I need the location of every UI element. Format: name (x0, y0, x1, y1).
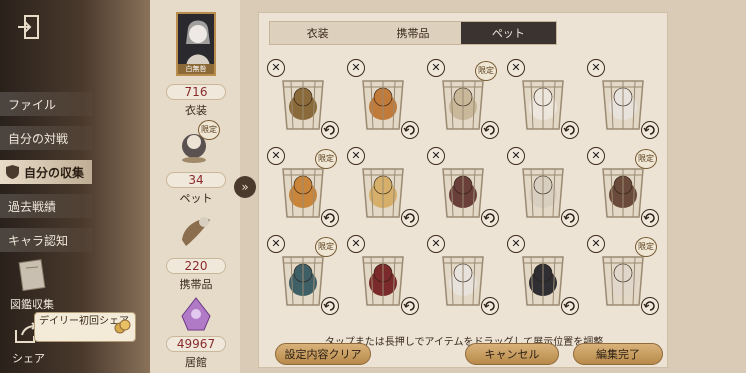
book-label: 図鑑収集 (10, 298, 54, 311)
pet-slot[interactable]: ✕ (347, 59, 419, 139)
rotate-icon[interactable] (641, 209, 659, 227)
costume-count: 716 (166, 84, 226, 100)
pet-slot[interactable]: ✕ 限定 (427, 59, 499, 139)
accessory-label: 携帯品 (179, 278, 213, 291)
accessory-stat-icon (176, 210, 216, 254)
category-tabs: 衣装 携帯品 ペット (269, 21, 557, 45)
pet-count: 34 (166, 172, 226, 188)
pet-slot[interactable]: ✕ (427, 235, 499, 315)
coin-icon (113, 319, 131, 335)
remove-icon[interactable]: ✕ (507, 235, 525, 253)
shield-icon (5, 164, 20, 180)
remove-icon[interactable]: ✕ (267, 235, 285, 253)
limited-badge: 限定 (315, 149, 337, 169)
pet-slot[interactable]: ✕ (507, 235, 579, 315)
cancel-button[interactable]: キャンセル (465, 343, 559, 365)
pet-slot[interactable]: ✕ (587, 59, 659, 139)
rotate-icon[interactable] (321, 297, 339, 315)
clear-settings-button[interactable]: 設定内容クリア (275, 343, 371, 365)
rotate-icon[interactable] (561, 297, 579, 315)
pet-slot[interactable]: ✕ 限定 (267, 235, 339, 315)
remove-icon[interactable]: ✕ (427, 59, 445, 77)
remove-icon[interactable]: ✕ (267, 147, 285, 165)
nav-item-file[interactable]: ファイル (0, 92, 92, 116)
character-portrait[interactable]: 白無咎 (176, 12, 216, 76)
rotate-icon[interactable] (401, 121, 419, 139)
pet-grid: ✕ ✕ ✕ 限定 ✕ ✕ ✕ 限定 ✕ ✕ ✕ ✕ 限定 ✕ 限定 ✕ ✕ ✕ ✕ 限定 (267, 59, 663, 325)
costume-label: 衣装 (185, 104, 207, 117)
nav-item-label: 自分の対戦 (8, 131, 69, 146)
rotate-icon[interactable] (641, 297, 659, 315)
limited-badge: 限定 (475, 61, 497, 81)
edit-complete-button[interactable]: 編集完了 (573, 343, 663, 365)
pet-label: ペット (179, 192, 213, 205)
rotate-icon[interactable] (481, 209, 499, 227)
rotate-icon[interactable] (401, 209, 419, 227)
rotate-icon[interactable] (481, 297, 499, 315)
limited-badge: 限定 (198, 120, 220, 140)
remove-icon[interactable]: ✕ (507, 59, 525, 77)
expand-arrow-icon[interactable]: » (234, 176, 256, 198)
house-stat-icon (176, 292, 216, 336)
nav-item-label: キャラ認知 (8, 233, 69, 248)
nav-item-label: 過去戦績 (8, 199, 57, 214)
remove-icon[interactable]: ✕ (587, 235, 605, 253)
pet-slot[interactable]: ✕ (347, 147, 419, 227)
daily-share-banner[interactable]: デイリー初回シェア (34, 312, 136, 342)
limited-badge: 限定 (315, 237, 337, 257)
pet-slot[interactable]: ✕ 限定 (267, 147, 339, 227)
rotate-icon[interactable] (641, 121, 659, 139)
collection-panel: 衣装 携帯品 ペット ✕ ✕ ✕ 限定 ✕ ✕ ✕ 限定 ✕ ✕ ✕ ✕ 限定 ✕ 限定 ✕ ✕ ✕ ✕ 限定 タップ… (258, 12, 668, 368)
book-icon[interactable] (18, 258, 48, 292)
pet-slot[interactable]: ✕ (347, 235, 419, 315)
rotate-icon[interactable] (401, 297, 419, 315)
tab-accessory[interactable]: 携帯品 (365, 22, 460, 44)
house-label: 居館 (185, 356, 207, 369)
pet-slot[interactable]: ✕ (507, 59, 579, 139)
stats-panel: 白無咎 716 衣装 限定 34 ペット 220 携帯品 49967 居館 (150, 0, 240, 373)
remove-icon[interactable]: ✕ (347, 235, 365, 253)
nav-item-past-records[interactable]: 過去戦績 (0, 194, 92, 218)
accessory-count: 220 (166, 258, 226, 274)
rotate-icon[interactable] (561, 121, 579, 139)
remove-icon[interactable]: ✕ (267, 59, 285, 77)
house-count: 49967 (166, 336, 226, 352)
tab-costume[interactable]: 衣装 (270, 22, 365, 44)
rotate-icon[interactable] (561, 209, 579, 227)
pet-stat-icon: 限定 (176, 120, 220, 164)
remove-icon[interactable]: ✕ (587, 59, 605, 77)
rotate-icon[interactable] (481, 121, 499, 139)
nav-item-label: 自分の収集 (24, 165, 85, 180)
portrait-name: 白無咎 (178, 64, 214, 74)
remove-icon[interactable]: ✕ (587, 147, 605, 165)
nav-item-my-collection[interactable]: 自分の収集 (0, 160, 92, 184)
nav-item-character-knowledge[interactable]: キャラ認知 (0, 228, 92, 252)
limited-badge: 限定 (635, 237, 657, 257)
remove-icon[interactable]: ✕ (347, 147, 365, 165)
limited-badge: 限定 (635, 149, 657, 169)
nav-item-label: ファイル (8, 97, 57, 112)
share-label: シェア (12, 352, 45, 365)
nav-item-my-matches[interactable]: 自分の対戦 (0, 126, 92, 150)
remove-icon[interactable]: ✕ (427, 147, 445, 165)
rotate-icon[interactable] (321, 121, 339, 139)
tab-pet[interactable]: ペット (460, 22, 556, 44)
exit-icon[interactable] (14, 12, 44, 42)
remove-icon[interactable]: ✕ (427, 235, 445, 253)
pet-slot[interactable]: ✕ (507, 147, 579, 227)
pet-slot[interactable]: ✕ 限定 (587, 235, 659, 315)
pet-slot[interactable]: ✕ 限定 (587, 147, 659, 227)
rotate-icon[interactable] (321, 209, 339, 227)
remove-icon[interactable]: ✕ (507, 147, 525, 165)
remove-icon[interactable]: ✕ (347, 59, 365, 77)
pet-slot[interactable]: ✕ (427, 147, 499, 227)
pet-slot[interactable]: ✕ (267, 59, 339, 139)
